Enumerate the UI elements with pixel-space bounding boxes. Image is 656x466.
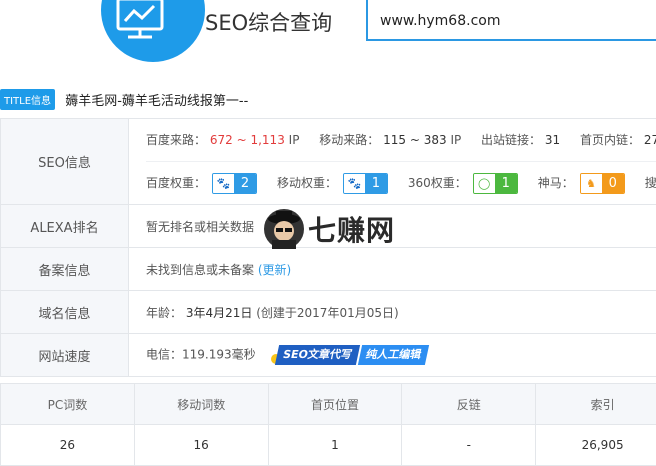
mobile-weight-label: 移动权重： — [277, 176, 337, 190]
mobile-source-value[interactable]: 115 ~ 383 — [383, 133, 447, 147]
stats-backlinks[interactable]: - — [402, 425, 536, 466]
mobile-weight-value: 1 — [365, 174, 387, 193]
beian-values: 未找到信息或未备案 (更新) — [129, 248, 656, 291]
shenma-weight-value: 0 — [602, 174, 624, 193]
stats-table: PC词数 移动词数 首页位置 反链 索引 26 16 1 - 26,905 — [0, 383, 656, 466]
logo[interactable] — [101, 0, 205, 62]
domain-row: 域名信息 年龄： 3年4月21日 (创建于2017年01月05日) — [1, 291, 656, 334]
seo-info-values: 百度来路： 672 ~ 1,113 IP 移动来路： 115 ~ 383 IP … — [129, 119, 656, 205]
inner-links-label: 首页内链： — [580, 133, 640, 147]
sogou-weight-label: 搜狗 — [645, 176, 656, 190]
stats-value-row: 26 16 1 - 26,905 — [1, 425, 656, 466]
stats-pc-words[interactable]: 26 — [1, 425, 135, 466]
domain-created: (创建于2017年01月05日) — [256, 306, 398, 320]
title-badge: TITLE信息 — [0, 89, 55, 110]
domain-age-value: 3年4月21日 — [186, 306, 253, 320]
stats-header-backlinks: 反链 — [402, 384, 536, 425]
seo-info-label: SEO信息 — [1, 119, 129, 205]
baidu-weight-badge[interactable]: 🐾2 — [212, 173, 257, 194]
seo-writing-banner[interactable]: SEO文章代写纯人工编辑 — [277, 345, 427, 365]
shenma-weight-label: 神马： — [538, 176, 574, 190]
stats-header-home-position: 首页位置 — [268, 384, 402, 425]
baidu-source-max[interactable]: 1,113 — [250, 133, 284, 147]
baidu-source-unit: IP — [289, 133, 300, 147]
header: SEO综合查询 www.hym68.com — [0, 0, 656, 80]
outbound-links-label: 出站链接： — [481, 133, 541, 147]
domain-label: 域名信息 — [1, 291, 129, 334]
mobile-source-label: 移动来路： — [319, 133, 379, 147]
watermark-avatar-icon — [262, 207, 306, 251]
beian-update-link[interactable]: (更新) — [258, 263, 291, 277]
seo-source-line: 百度来路： 672 ~ 1,113 IP 移动来路： 115 ~ 383 IP … — [146, 119, 656, 161]
outbound-links-value[interactable]: 31 — [545, 133, 560, 147]
alexa-label: ALEXA排名 — [1, 205, 129, 248]
stats-header-pc-words: PC词数 — [1, 384, 135, 425]
inner-links-value[interactable]: 27 — [644, 133, 656, 147]
monitor-chart-icon — [115, 0, 191, 55]
baidu-source-min[interactable]: 672 — [210, 133, 233, 147]
seo-info-row: SEO信息 百度来路： 672 ~ 1,113 IP 移动来路： 115 ~ 3… — [1, 119, 656, 205]
watermark-text: 七赚网 — [308, 209, 395, 249]
banner-left-text: SEO文章代写 — [275, 345, 360, 365]
360-weight-label: 360权重： — [408, 176, 467, 190]
stats-index[interactable]: 26,905 — [536, 425, 656, 466]
baidu-weight-value: 2 — [234, 174, 256, 193]
baidu-source-label: 百度来路： — [146, 133, 206, 147]
baidu-source-sep: ~ — [237, 133, 247, 147]
mobile-weight-badge[interactable]: 🐾1 — [343, 173, 388, 194]
domain-search-input[interactable]: www.hym68.com — [366, 0, 656, 41]
speed-row: 网站速度 电信：119.193毫秒 SEO文章代写纯人工编辑 — [1, 334, 656, 377]
beian-value: 未找到信息或未备案 — [146, 263, 254, 277]
site-title: SEO综合查询 — [205, 7, 332, 37]
domain-values: 年龄： 3年4月21日 (创建于2017年01月05日) — [129, 291, 656, 334]
mobile-source-unit: IP — [450, 133, 461, 147]
page-title-text: 薅羊毛网-薅羊毛活动线报第一-- — [65, 90, 248, 109]
stats-home-position[interactable]: 1 — [268, 425, 402, 466]
stats-header-index: 索引 — [536, 384, 656, 425]
ring-icon: ◯ — [474, 174, 495, 193]
stats-header-mobile-words: 移动词数 — [134, 384, 268, 425]
seo-weight-line: 百度权重： 🐾2 移动权重： 🐾1 360权重： ◯1 神马： ♞0 搜狗 — [146, 161, 656, 204]
paw-icon: 🐾 — [344, 174, 365, 193]
paw-icon: 🐾 — [213, 174, 234, 193]
banner-right-text: 纯人工编辑 — [358, 345, 429, 365]
horse-icon: ♞ — [581, 174, 602, 193]
watermark: 七赚网 — [262, 207, 402, 251]
shenma-weight-badge[interactable]: ♞0 — [580, 173, 625, 194]
stats-header-row: PC词数 移动词数 首页位置 反链 索引 — [1, 384, 656, 425]
360-weight-badge[interactable]: ◯1 — [473, 173, 518, 194]
speed-value: 电信：119.193毫秒 — [146, 348, 256, 362]
speed-values: 电信：119.193毫秒 SEO文章代写纯人工编辑 — [129, 334, 656, 377]
speed-label: 网站速度 — [1, 334, 129, 377]
title-info-row: TITLE信息 薅羊毛网-薅羊毛活动线报第一-- — [0, 89, 248, 111]
beian-row: 备案信息 未找到信息或未备案 (更新) — [1, 248, 656, 291]
stats-mobile-words[interactable]: 16 — [134, 425, 268, 466]
beian-label: 备案信息 — [1, 248, 129, 291]
360-weight-value: 1 — [495, 174, 517, 193]
baidu-weight-label: 百度权重： — [146, 176, 206, 190]
domain-age-label: 年龄： — [146, 306, 182, 320]
